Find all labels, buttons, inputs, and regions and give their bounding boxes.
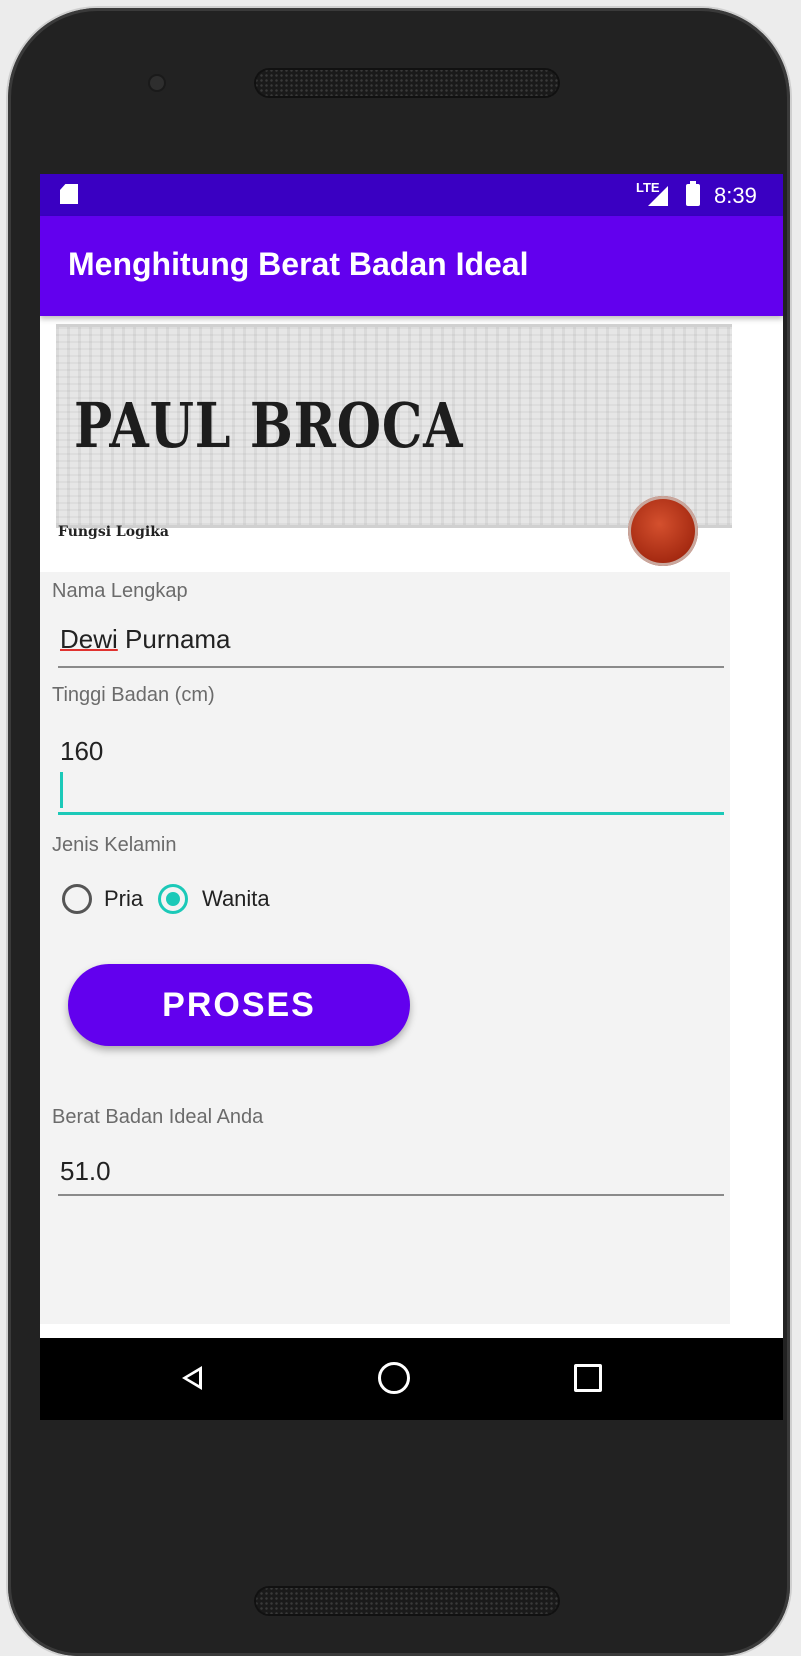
banner-caption: Fungsi Logika (58, 524, 169, 540)
name-label: Nama Lengkap (52, 580, 188, 602)
form-container: Nama Lengkap Dewi Purnama Tinggi Badan (… (40, 572, 730, 1324)
bottom-bezel (40, 1420, 783, 1494)
name-first-word: Dewi (60, 624, 118, 654)
height-label: Tinggi Badan (cm) (52, 684, 215, 706)
screen: LTE 8:39 Menghitung Berat Badan Ideal PA… (40, 174, 783, 1494)
height-field[interactable]: 160 (60, 736, 103, 767)
radio-wanita[interactable] (158, 884, 188, 914)
navigation-bar (40, 1338, 783, 1420)
proses-button[interactable]: PROSES (68, 964, 410, 1046)
app-bar: Menghitung Berat Badan Ideal (40, 216, 783, 316)
phone-frame: LTE 8:39 Menghitung Berat Badan Ideal PA… (8, 8, 790, 1656)
sd-card-icon (60, 184, 78, 204)
seal-logo (628, 496, 698, 566)
home-icon[interactable] (378, 1362, 410, 1394)
status-bar: LTE 8:39 (40, 174, 783, 216)
gender-label: Jenis Kelamin (52, 834, 177, 856)
radio-wanita-label[interactable]: Wanita (202, 886, 270, 912)
radio-pria[interactable] (62, 884, 92, 914)
status-time: 8:39 (714, 183, 757, 208)
bottom-speaker (254, 1586, 560, 1616)
text-cursor (60, 772, 63, 808)
result-label: Berat Badan Ideal Anda (52, 1106, 264, 1128)
top-speaker (254, 68, 560, 98)
name-rest: Purnama (117, 624, 231, 654)
name-field[interactable]: Dewi Purnama (60, 624, 231, 655)
height-underline (58, 812, 724, 815)
lte-label: LTE (636, 180, 660, 195)
name-underline (58, 666, 724, 668)
battery-icon (686, 181, 700, 206)
result-underline (58, 1194, 724, 1196)
banner-title: PAUL BROCA (74, 389, 464, 462)
app-title: Menghitung Berat Badan Ideal (68, 246, 529, 282)
front-camera (150, 76, 164, 90)
recents-icon[interactable] (574, 1364, 602, 1392)
result-field[interactable]: 51.0 (60, 1156, 111, 1187)
radio-pria-label[interactable]: Pria (104, 886, 143, 912)
banner-image: PAUL BROCA (56, 324, 732, 528)
back-icon[interactable] (182, 1366, 202, 1390)
